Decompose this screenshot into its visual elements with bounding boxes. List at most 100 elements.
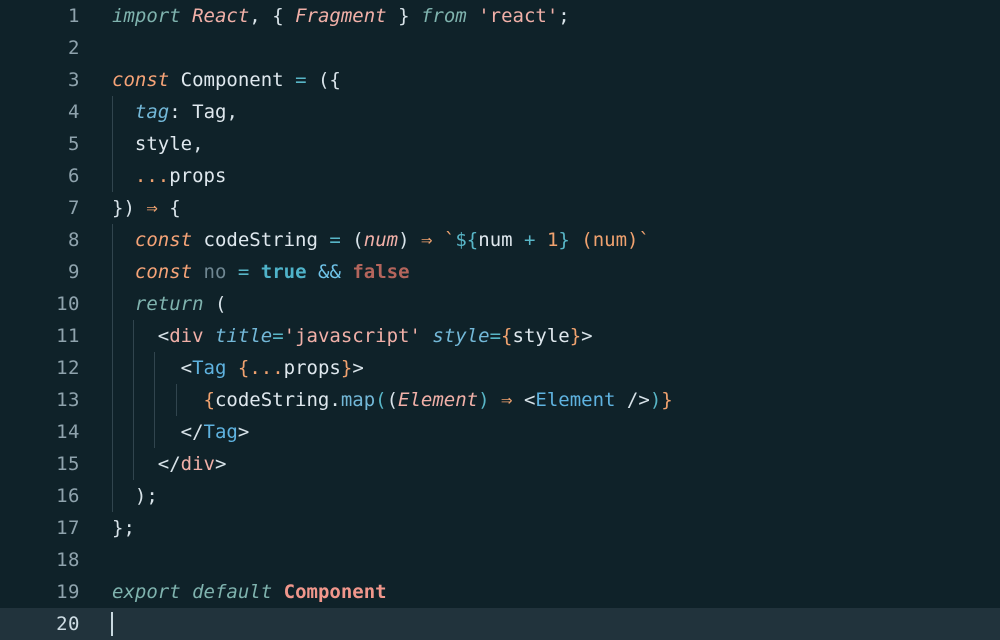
code-line-content[interactable]: }; (80, 512, 1000, 544)
code-line-content[interactable]: <div title='javascript' style={style}> (80, 320, 1000, 352)
indent-guides (80, 544, 1000, 576)
token: > (352, 357, 364, 379)
code-line[interactable]: 13 {codeString.map((Element) ⇒ <Element … (0, 384, 1000, 416)
line-number: 5 (68, 133, 80, 155)
code-line-content[interactable]: </Tag> (80, 416, 1000, 448)
indent-guides (80, 128, 1000, 160)
code-line-content[interactable]: export default Component (80, 576, 1000, 608)
code-line-content[interactable] (80, 544, 1000, 576)
code-line[interactable]: 3 const Component = ({ (0, 64, 1000, 96)
code-line[interactable]: 10 return ( (0, 288, 1000, 320)
code-line[interactable]: 12 <Tag {...props}> (0, 352, 1000, 384)
code-line[interactable]: 2 (0, 32, 1000, 64)
token: < (180, 357, 193, 379)
code-line-content[interactable]: import React, { Fragment } from 'react'; (80, 0, 1000, 32)
token: } (558, 229, 570, 251)
line-number: 4 (68, 101, 80, 123)
code-line[interactable]: 4 tag: Tag, (0, 96, 1000, 128)
code-line-content[interactable]: const Component = ({ (80, 64, 1000, 96)
token: map (340, 389, 376, 411)
code-line-content[interactable]: }) ⇒ { (80, 192, 1000, 224)
code-line-content[interactable]: const codeString = (num) ⇒ `${num + 1} (… (80, 224, 1000, 256)
code-line[interactable]: 11 <div title='javascript' style={style}… (0, 320, 1000, 352)
code-line[interactable]: 16 ); (0, 480, 1000, 512)
token: } (569, 325, 582, 347)
code-line-content[interactable]: {codeString.map((Element) ⇒ <Element />)… (80, 384, 1000, 416)
code-tokens: }; (112, 517, 135, 539)
code-line-content[interactable]: <Tag {...props}> (80, 352, 1000, 384)
token: num (478, 229, 513, 251)
token: </ (180, 421, 204, 443)
token: = (237, 261, 250, 283)
line-number: 6 (68, 165, 80, 187)
line-number: 12 (56, 357, 80, 379)
token: 'react' (478, 5, 559, 27)
token: style (512, 325, 570, 347)
code-line-content[interactable]: style, (80, 128, 1000, 160)
code-line[interactable]: 15 </div> (0, 448, 1000, 480)
token: Component (180, 69, 284, 91)
token: } (112, 517, 124, 539)
token: from (420, 5, 467, 27)
code-line-content[interactable]: </div> (80, 448, 1000, 480)
token: { (501, 325, 513, 347)
code-line[interactable]: 14 </Tag> (0, 416, 1000, 448)
token: > (237, 421, 250, 443)
token: + (524, 229, 536, 251)
code-tokens: </div> (112, 453, 227, 475)
code-line-content[interactable]: return ( (80, 288, 1000, 320)
code-line[interactable]: 18 (0, 544, 1000, 576)
token: 1 (546, 229, 559, 251)
code-line[interactable]: 7}) ⇒ { (0, 192, 1000, 224)
line-number: 8 (68, 229, 80, 251)
code-tokens: const no = true && false (112, 261, 410, 283)
token: = (489, 325, 502, 347)
token: . (329, 389, 341, 411)
code-line[interactable]: 5 style, (0, 128, 1000, 160)
code-editor[interactable]: 1 import React, { Fragment } from 'react'… (0, 0, 1000, 640)
token: import (112, 5, 181, 27)
token: ( (214, 293, 227, 315)
code-line[interactable]: 17}; (0, 512, 1000, 544)
token: default (192, 581, 273, 603)
code-line[interactable]: 19 export default Component (0, 576, 1000, 608)
code-line[interactable]: 1 import React, { Fragment } from 'react'… (0, 0, 1000, 32)
line-number: 15 (56, 453, 80, 475)
token: title (215, 325, 273, 347)
code-line-content[interactable]: tag: Tag, (80, 96, 1000, 128)
code-tokens: export default Component (112, 581, 387, 603)
code-line-content[interactable]: const no = true && false (80, 256, 1000, 288)
code-line-content[interactable] (80, 608, 1000, 640)
indent-guides (80, 32, 1000, 64)
code-line-content[interactable]: ); (80, 480, 1000, 512)
token: < (157, 325, 170, 347)
line-number: 18 (56, 549, 80, 571)
code-line[interactable]: 8 const codeString = (num) ⇒ `${num + 1}… (0, 224, 1000, 256)
line-number: 3 (68, 69, 80, 91)
token: Tag (192, 357, 227, 379)
code-tokens: {codeString.map((Element) ⇒ <Element />)… (112, 389, 673, 411)
token: const (112, 69, 170, 91)
code-line[interactable]: 20 (0, 608, 1000, 640)
code-tokens: ); (112, 485, 158, 507)
token: && (318, 261, 341, 283)
code-line[interactable]: 6 ...props (0, 160, 1000, 192)
code-line-content[interactable] (80, 32, 1000, 64)
code-line[interactable]: 9 const no = true && false (0, 256, 1000, 288)
code-line-content[interactable]: ...props (80, 160, 1000, 192)
